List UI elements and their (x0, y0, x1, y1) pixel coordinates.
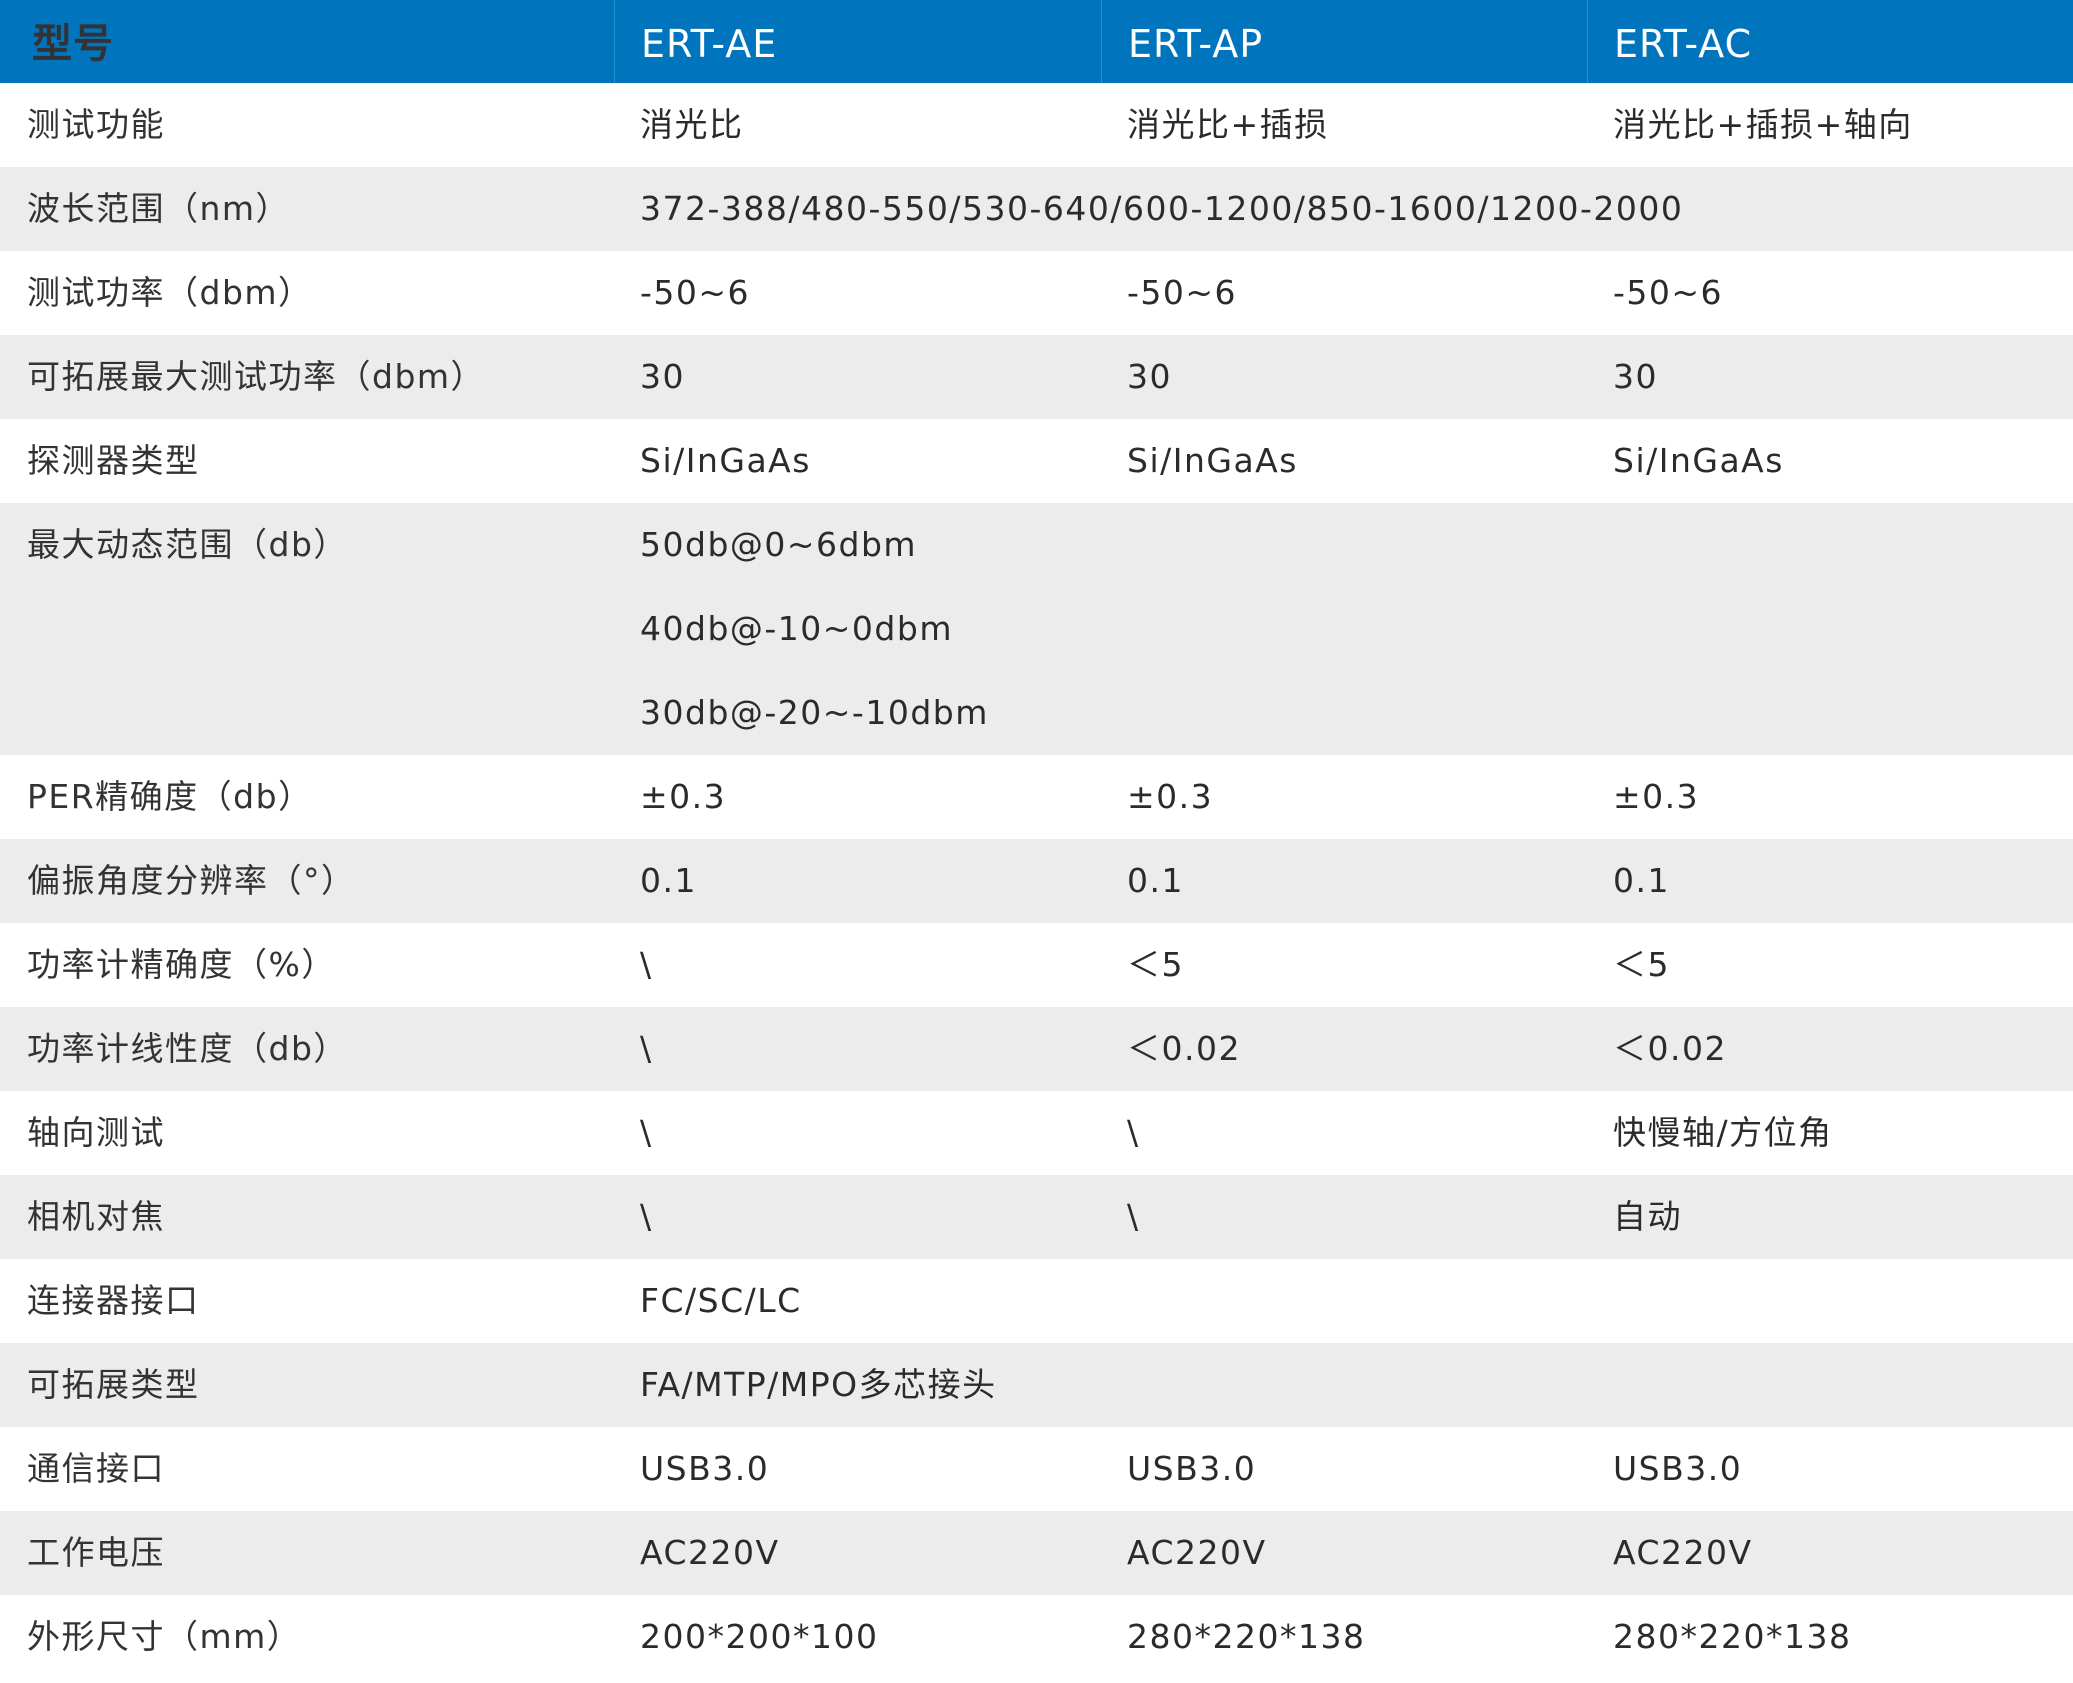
cell-ert-ae: \ (640, 1029, 653, 1068)
table-row-max-power: 可拓展最大测试功率（dbm） 30 30 30 (0, 335, 2073, 419)
cell-ert-ae: 30 (640, 357, 685, 396)
header-model-ert-ap: ERT-AP (1101, 0, 1587, 83)
cell-ert-ac: 消光比+插损+轴向 (1613, 105, 1913, 144)
cell-ert-ap: ＜0.02 (1127, 1029, 1241, 1068)
cell-ert-ap: 0.1 (1127, 861, 1184, 900)
cell-ert-ae: \ (640, 945, 653, 984)
cell-ert-ac: ±0.3 (1613, 777, 1700, 816)
row-label: 轴向测试 (27, 1113, 165, 1152)
table-row-wavelength: 波长范围（nm） 372-388/480-550/530-640/600-120… (0, 167, 2073, 251)
table-row-test-power: 测试功率（dbm） -50~6 -50~6 -50~6 (0, 251, 2073, 335)
cell-ert-ae: \ (640, 1197, 653, 1236)
cell-all-models: FA/MTP/MPO多芯接头 (640, 1365, 997, 1404)
table-row-angle-resolution: 偏振角度分辨率（°） 0.1 0.1 0.1 (0, 839, 2073, 923)
table-header: 型号 ERT-AE ERT-AP ERT-AC (0, 0, 2073, 83)
row-label: 相机对焦 (27, 1197, 165, 1236)
row-label: 偏振角度分辨率（°） (27, 861, 356, 900)
spec-table: 型号 ERT-AE ERT-AP ERT-AC 测试功能 消光比 消光比+插损 … (0, 0, 2073, 1679)
cell-ert-ae: AC220V (640, 1533, 780, 1572)
cell-ert-ae: 0.1 (640, 861, 697, 900)
cell-ert-ac: 快慢轴/方位角 (1613, 1113, 1833, 1152)
cell-ert-ap: 280*220*138 (1127, 1617, 1366, 1656)
table-row-detector: 探测器类型 Si/InGaAs Si/InGaAs Si/InGaAs (0, 419, 2073, 503)
cell-ert-ae: -50~6 (640, 273, 751, 312)
cell-ert-ap: \ (1127, 1113, 1140, 1152)
header-model-ert-ae: ERT-AE (614, 0, 1101, 83)
cell-ert-ac: 30 (1613, 357, 1658, 396)
cell-ert-ap: ±0.3 (1127, 777, 1214, 816)
cell-ert-ae: 200*200*100 (640, 1617, 879, 1656)
dynamic-range-line: 40db@-10~0dbm (640, 609, 953, 648)
cell-ert-ac: ＜0.02 (1613, 1029, 1727, 1068)
cell-ert-ae: 消光比 (640, 105, 744, 144)
row-label: 最大动态范围（db） (27, 525, 348, 564)
row-label: 测试功率（dbm） (27, 273, 313, 312)
cell-ert-ae: ±0.3 (640, 777, 727, 816)
cell-ert-ae: \ (640, 1113, 653, 1152)
cell-ert-ae: Si/InGaAs (640, 441, 811, 480)
row-label: 可拓展最大测试功率（dbm） (27, 357, 486, 396)
row-label: PER精确度（db） (27, 777, 313, 816)
cell-ert-ac: USB3.0 (1613, 1449, 1743, 1488)
row-label: 工作电压 (27, 1533, 165, 1572)
table-row-meter-accuracy: 功率计精确度（%） \ ＜5 ＜5 (0, 923, 2073, 1007)
cell-ert-ap: AC220V (1127, 1533, 1267, 1572)
table-row-dynamic-range: 最大动态范围（db） 50db@0~6dbm 40db@-10~0dbm 30d… (0, 503, 2073, 755)
table-row-ext-type: 可拓展类型 FA/MTP/MPO多芯接头 (0, 1343, 2073, 1427)
row-label: 功率计线性度（db） (27, 1029, 348, 1068)
header-model-ert-ac: ERT-AC (1587, 0, 2073, 83)
cell-all-models: 372-388/480-550/530-640/600-1200/850-160… (640, 189, 1684, 228)
row-label: 可拓展类型 (27, 1365, 200, 1404)
cell-ert-ac: 280*220*138 (1613, 1617, 1852, 1656)
table-row-meter-linearity: 功率计线性度（db） \ ＜0.02 ＜0.02 (0, 1007, 2073, 1091)
cell-all-models: FC/SC/LC (640, 1281, 802, 1320)
table-row-axial-test: 轴向测试 \ \ 快慢轴/方位角 (0, 1091, 2073, 1175)
table-row-per-accuracy: PER精确度（db） ±0.3 ±0.3 ±0.3 (0, 755, 2073, 839)
cell-ert-ae: USB3.0 (640, 1449, 770, 1488)
header-model-label: 型号 (32, 20, 114, 67)
cell-ert-ac: Si/InGaAs (1613, 441, 1784, 480)
cell-ert-ac: 0.1 (1613, 861, 1670, 900)
cell-ert-ap: Si/InGaAs (1127, 441, 1298, 480)
row-label: 外形尺寸（mm） (27, 1617, 302, 1656)
cell-ert-ap: \ (1127, 1197, 1140, 1236)
cell-ert-ap: -50~6 (1127, 273, 1238, 312)
row-label: 探测器类型 (27, 441, 200, 480)
row-label: 通信接口 (27, 1449, 165, 1488)
row-label: 测试功能 (27, 105, 165, 144)
row-label: 连接器接口 (27, 1281, 200, 1320)
cell-ert-ac: AC220V (1613, 1533, 1753, 1572)
cell-ert-ac: 自动 (1613, 1197, 1682, 1236)
dynamic-range-line: 30db@-20~-10dbm (640, 693, 989, 732)
table-row-voltage: 工作电压 AC220V AC220V AC220V (0, 1511, 2073, 1595)
table-row-camera-focus: 相机对焦 \ \ 自动 (0, 1175, 2073, 1259)
cell-ert-ac: -50~6 (1613, 273, 1724, 312)
table-row-connector: 连接器接口 FC/SC/LC (0, 1259, 2073, 1343)
dynamic-range-line: 50db@0~6dbm (640, 525, 918, 564)
table-row-test-function: 测试功能 消光比 消光比+插损 消光比+插损+轴向 (0, 83, 2073, 167)
table-row-comm: 通信接口 USB3.0 USB3.0 USB3.0 (0, 1427, 2073, 1511)
row-label: 波长范围（nm） (27, 189, 291, 228)
cell-ert-ap: 30 (1127, 357, 1172, 396)
cell-ert-ap: 消光比+插损 (1127, 105, 1329, 144)
row-label: 功率计精确度（%） (27, 945, 336, 984)
table-row-dimensions: 外形尺寸（mm） 200*200*100 280*220*138 280*220… (0, 1595, 2073, 1679)
cell-ert-ac: ＜5 (1613, 945, 1670, 984)
cell-ert-ap: ＜5 (1127, 945, 1184, 984)
cell-all-models: 50db@0~6dbm 40db@-10~0dbm 30db@-20~-10db… (640, 503, 2073, 755)
cell-ert-ap: USB3.0 (1127, 1449, 1257, 1488)
